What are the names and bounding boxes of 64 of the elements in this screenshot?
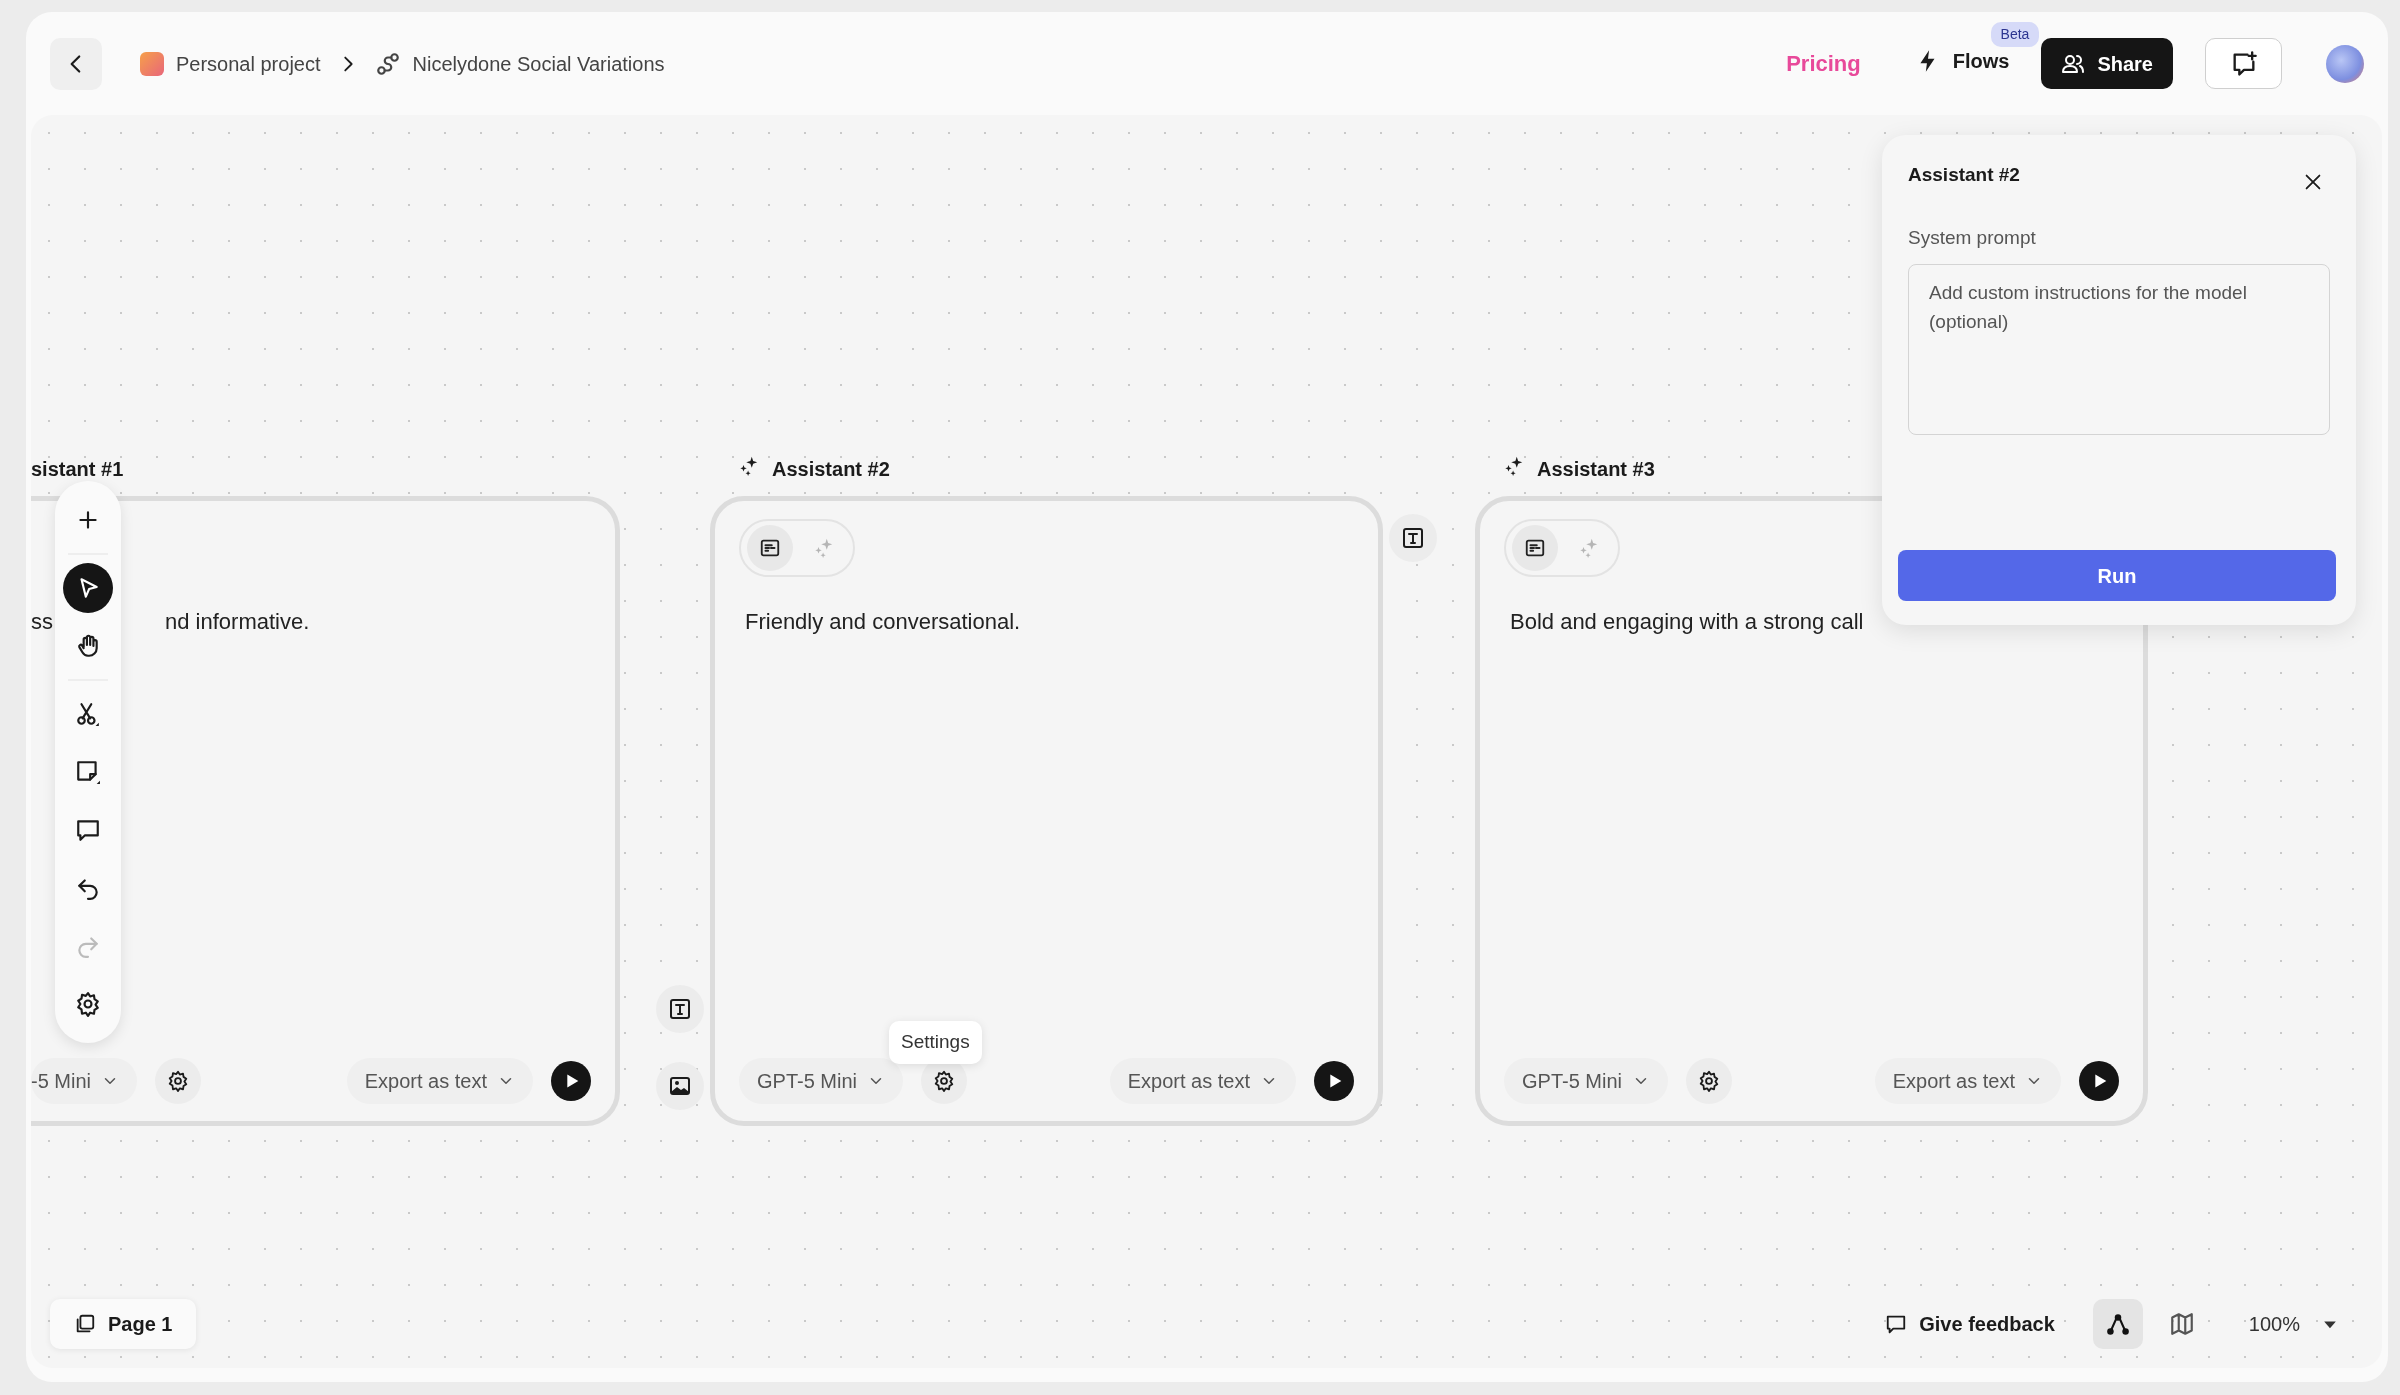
export-dropdown[interactable]: Export as text	[1109, 1058, 1296, 1104]
mode-button[interactable]	[747, 525, 793, 571]
sticky-note-icon	[75, 759, 101, 785]
sparkle-icon	[1578, 537, 1600, 559]
export-dropdown[interactable]: Export as text	[1874, 1058, 2061, 1104]
text-lines-icon	[759, 537, 781, 559]
settings-icon	[933, 1070, 956, 1092]
node-text: ss	[31, 608, 53, 636]
hand-icon	[75, 633, 101, 659]
node-text: nd informative.	[165, 608, 310, 636]
comment-icon	[75, 817, 101, 843]
share-button[interactable]: Share	[2041, 38, 2173, 89]
add-text-button[interactable]	[656, 985, 704, 1033]
pricing-link[interactable]: Pricing	[1786, 47, 1861, 80]
map-icon	[2168, 1311, 2195, 1337]
add-comment-button[interactable]	[2205, 38, 2282, 89]
run-button[interactable]	[551, 1061, 591, 1101]
run-button[interactable]: Run	[1898, 550, 2336, 601]
settings-icon	[167, 1070, 189, 1092]
breadcrumb-link[interactable]: Personal project	[176, 48, 321, 79]
system-prompt-field[interactable]: Add custom instructions for the model (optional)	[1908, 264, 2330, 435]
image-icon	[668, 1074, 692, 1098]
page-button[interactable]: Page 1	[50, 1299, 197, 1349]
feedback-link[interactable]: Give feedback	[1885, 1309, 2055, 1339]
flow-icon	[374, 50, 401, 77]
text-box-icon	[1401, 526, 1425, 550]
tooltip: Settings	[889, 1021, 982, 1064]
node-title: sistant #1	[31, 457, 124, 482]
sparkle-icon	[1503, 455, 1525, 477]
export-dropdown[interactable]: Export as text	[346, 1058, 533, 1104]
mode-button[interactable]	[1512, 525, 1558, 571]
sparkle-icon	[813, 537, 835, 559]
add-text-button[interactable]	[1389, 514, 1437, 562]
beta-badge: Beta	[1990, 21, 2040, 47]
settings-icon	[75, 991, 101, 1017]
zoom-dropdown[interactable]: 100%	[2248, 1309, 2340, 1339]
model-dropdown[interactable]: -5 Mini	[31, 1058, 137, 1104]
flow-view-button[interactable]	[2092, 1299, 2143, 1349]
select-tool[interactable]	[63, 563, 113, 613]
text-box-icon	[668, 997, 692, 1021]
run-button[interactable]	[1314, 1061, 1354, 1101]
avatar[interactable]	[2326, 44, 2364, 83]
node-title: Assistant #2	[772, 457, 890, 482]
field-label: System prompt	[1908, 225, 2037, 250]
model-dropdown[interactable]: GPT-5 Mini	[1504, 1058, 1669, 1104]
settings-icon	[1698, 1070, 1721, 1092]
scissors-icon	[75, 701, 101, 727]
node-text: Bold and engaging with a strong call	[1510, 608, 1864, 636]
breadcrumb-link[interactable]: Nicelydone Social Variations	[412, 48, 665, 79]
add-image-button[interactable]	[656, 1062, 704, 1110]
sparkle-icon	[738, 455, 760, 477]
model-dropdown[interactable]: GPT-5 Mini	[739, 1058, 904, 1104]
text-lines-icon	[1524, 537, 1546, 559]
pages-icon	[74, 1313, 96, 1335]
nodes-icon	[2104, 1311, 2131, 1337]
panel-title: Assistant #2	[1908, 163, 2020, 187]
settings-button[interactable]	[155, 1058, 201, 1104]
node-title: Assistant #3	[1537, 457, 1655, 482]
settings-button[interactable]	[1686, 1058, 1733, 1104]
node-text: Friendly and conversational.	[745, 608, 1021, 636]
flows-link[interactable]: Flows	[1914, 45, 2010, 76]
comment-icon	[1885, 1313, 1908, 1335]
project-color-icon	[140, 51, 164, 76]
run-button[interactable]	[2079, 1061, 2119, 1101]
